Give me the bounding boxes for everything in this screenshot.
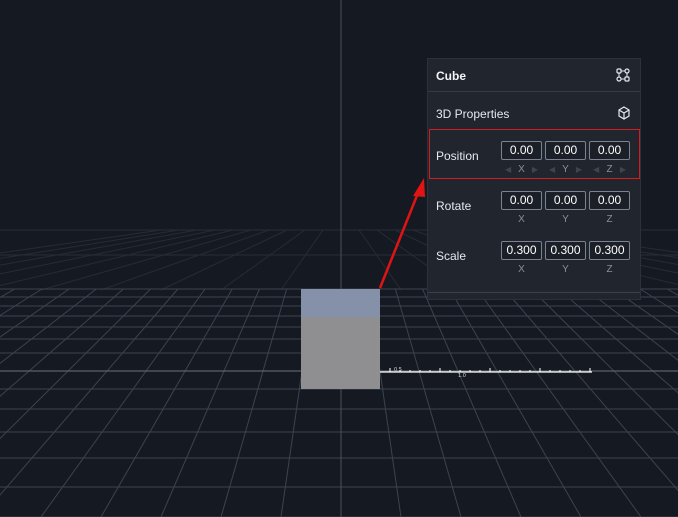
cube-object[interactable]	[301, 289, 380, 389]
position-y-axis: ◀ Y ▶	[549, 164, 582, 175]
increment-arrow[interactable]: ▶	[532, 165, 538, 174]
section-title-3d-properties: 3D Properties	[436, 107, 510, 121]
rotate-label: Rotate	[436, 199, 472, 213]
annotation-arrow-head	[413, 178, 425, 197]
increment-arrow[interactable]: ▶	[576, 165, 582, 174]
decrement-arrow[interactable]: ◀	[505, 165, 511, 174]
rotate-x-axis: X	[518, 214, 525, 225]
position-row: Position 0.00 0.00 0.00 ◀ X ▶ ◀ Y ▶ ◀ Z ▶	[428, 141, 640, 187]
position-x-axis: ◀ X ▶	[505, 164, 538, 175]
properties-panel: Cube 3D Properties Position 0.00 0.00 0.…	[427, 58, 641, 300]
3d-axes-icon[interactable]	[616, 105, 632, 121]
annotation-arrow	[378, 187, 422, 289]
object-title: Cube	[436, 69, 466, 83]
rotate-y-axis: Y	[562, 214, 569, 225]
cube-top-face	[301, 289, 380, 317]
position-x-input[interactable]: 0.00	[501, 141, 542, 160]
position-z-axis: ◀ Z ▶	[593, 164, 626, 175]
scale-z-axis: Z	[606, 264, 613, 275]
x-axis-ruler: 0.5 1.0	[380, 367, 592, 379]
rotate-y-input[interactable]: 0.00	[545, 191, 586, 210]
decrement-arrow[interactable]: ◀	[549, 165, 555, 174]
decrement-arrow[interactable]: ◀	[593, 165, 599, 174]
panel-divider	[428, 292, 640, 293]
cube-front-face	[301, 317, 380, 389]
position-y-input[interactable]: 0.00	[545, 141, 586, 160]
scale-row: Scale 0.300 0.300 0.300 X Y Z	[428, 241, 640, 287]
position-label: Position	[436, 149, 479, 163]
panel-header: Cube	[428, 59, 640, 92]
position-z-input[interactable]: 0.00	[589, 141, 630, 160]
scale-y-input[interactable]: 0.300	[545, 241, 586, 260]
ruler-label: 1.0	[458, 373, 466, 379]
increment-arrow[interactable]: ▶	[620, 165, 626, 174]
scale-z-input[interactable]: 0.300	[589, 241, 630, 260]
rotate-row: Rotate 0.00 0.00 0.00 X Y Z	[428, 191, 640, 237]
ruler-label: 0.5	[394, 367, 402, 373]
rotate-z-axis: Z	[606, 214, 613, 225]
rotate-x-input[interactable]: 0.00	[501, 191, 542, 210]
scale-x-input[interactable]: 0.300	[501, 241, 542, 260]
scale-x-axis: X	[518, 264, 525, 275]
scale-y-axis: Y	[562, 264, 569, 275]
scale-label: Scale	[436, 249, 467, 263]
rotate-z-input[interactable]: 0.00	[589, 191, 630, 210]
link-nodes-icon[interactable]	[616, 68, 630, 82]
